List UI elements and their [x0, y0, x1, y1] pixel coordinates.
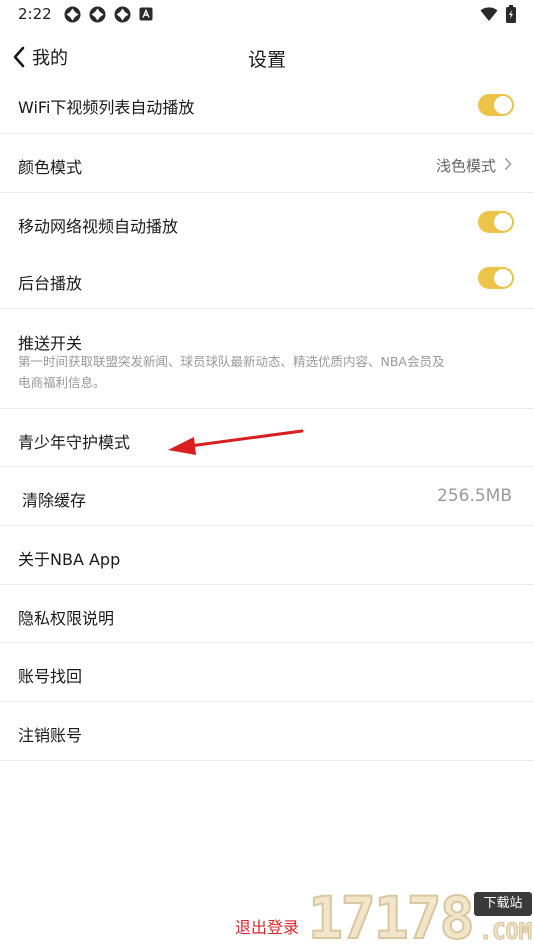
- watermark-digits: 17178: [307, 884, 476, 950]
- background-play-toggle[interactable]: [478, 267, 514, 289]
- status-time: 2:22: [18, 5, 52, 23]
- toggle-knob: [494, 269, 512, 287]
- mobile-autoplay-toggle[interactable]: [478, 211, 514, 233]
- cache-size-value: 256.5MB: [437, 486, 512, 506]
- row-privacy[interactable]: 隐私权限说明: [0, 585, 534, 643]
- notification-icon: [64, 6, 81, 22]
- row-account-recovery[interactable]: 账号找回: [0, 643, 534, 702]
- row-label: 移动网络视频自动播放: [18, 217, 179, 236]
- status-notification-icons: [64, 6, 153, 23]
- watermark-badge: 下载站: [474, 892, 532, 916]
- row-label: 隐私权限说明: [18, 609, 115, 628]
- row-label: 注销账号: [18, 726, 83, 745]
- row-color-mode[interactable]: 颜色模式 浅色模式: [0, 134, 534, 193]
- row-label: 清除缓存: [22, 491, 87, 510]
- row-mobile-autoplay: 移动网络视频自动播放: [0, 193, 534, 251]
- row-label: 颜色模式: [18, 158, 83, 177]
- row-wifi-autoplay: WiFi下视频列表自动播放: [0, 76, 534, 134]
- wifi-autoplay-toggle[interactable]: [478, 94, 514, 116]
- site-watermark: 17178 下载站 .COM: [307, 884, 534, 950]
- page-title: 设置: [247, 49, 286, 71]
- row-push-switch[interactable]: 推送开关 第一时间获取联盟突发新闻、球员球队最新动态、精选优质内容、NBA会员及…: [0, 309, 534, 409]
- row-clear-cache[interactable]: 清除缓存 256.5MB: [0, 467, 534, 526]
- row-background-play: 后台播放: [0, 251, 534, 309]
- row-label: 后台播放: [18, 274, 83, 293]
- settings-list: WiFi下视频列表自动播放 颜色模式 浅色模式 移动网络视频自动播放 后台播放 …: [0, 76, 534, 761]
- row-label: 青少年守护模式: [18, 433, 131, 452]
- status-bar: 2:22: [0, 0, 534, 28]
- chevron-right-icon: [504, 157, 512, 171]
- toggle-knob: [494, 96, 512, 114]
- row-label: 关于NBA App: [18, 550, 121, 569]
- row-about-app[interactable]: 关于NBA App: [0, 526, 534, 585]
- push-switch-subtitle-line2: 电商福利信息。: [18, 375, 106, 390]
- row-label: WiFi下视频列表自动播放: [18, 98, 195, 117]
- app-icon: [139, 7, 153, 21]
- battery-icon: [506, 5, 516, 23]
- push-switch-subtitle-line1: 第一时间获取联盟突发新闻、球员球队最新动态、精选优质内容、NBA会员及: [18, 354, 445, 369]
- row-label: 账号找回: [18, 667, 83, 686]
- color-mode-value: 浅色模式: [435, 157, 496, 175]
- watermark-suffix: .COM: [479, 920, 533, 946]
- notification-icon: [89, 6, 106, 22]
- status-system-icons: [480, 5, 516, 23]
- toggle-knob: [494, 213, 512, 231]
- notification-icon: [114, 6, 131, 22]
- row-delete-account[interactable]: 注销账号: [0, 702, 534, 761]
- wifi-icon: [480, 7, 498, 21]
- row-teen-mode[interactable]: 青少年守护模式: [0, 409, 534, 467]
